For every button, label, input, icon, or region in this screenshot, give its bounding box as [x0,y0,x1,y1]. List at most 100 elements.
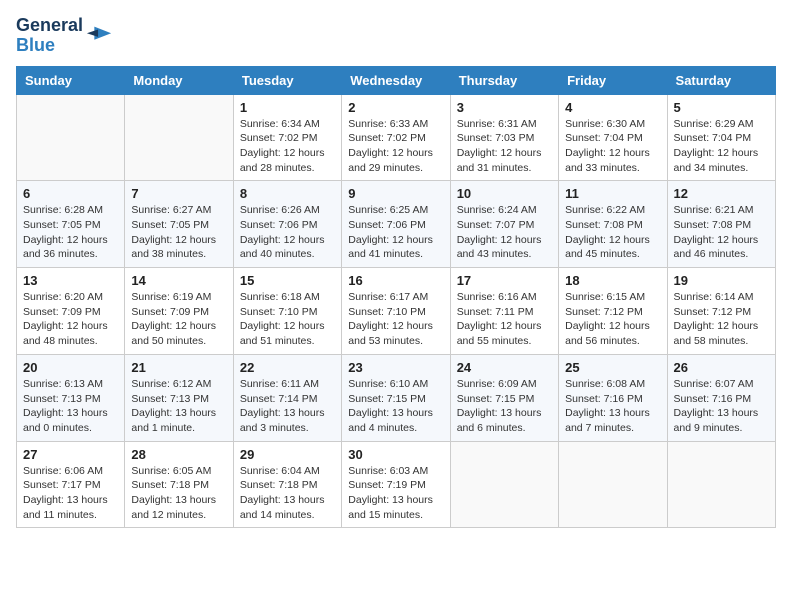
day-number: 17 [457,273,552,288]
logo-text: GeneralBlue [16,16,83,56]
day-cell: 26 Sunrise: 6:07 AMSunset: 7:16 PMDayligh… [667,354,775,441]
day-cell [125,94,233,181]
day-number: 10 [457,186,552,201]
day-cell: 17 Sunrise: 6:16 AMSunset: 7:11 PMDayligh… [450,268,558,355]
day-info: Sunrise: 6:18 AMSunset: 7:10 PMDaylight:… [240,290,335,349]
day-info: Sunrise: 6:31 AMSunset: 7:03 PMDaylight:… [457,117,552,176]
day-number: 7 [131,186,226,201]
day-cell: 30 Sunrise: 6:03 AMSunset: 7:19 PMDayligh… [342,441,450,528]
day-number: 12 [674,186,769,201]
day-info: Sunrise: 6:29 AMSunset: 7:04 PMDaylight:… [674,117,769,176]
day-number: 13 [23,273,118,288]
day-cell [17,94,125,181]
day-info: Sunrise: 6:08 AMSunset: 7:16 PMDaylight:… [565,377,660,436]
day-number: 29 [240,447,335,462]
day-number: 1 [240,100,335,115]
day-cell: 23Sunrise: 6:10 AMSunset: 7:15 PMDayligh… [342,354,450,441]
weekday-header-friday: Friday [559,66,667,94]
day-cell: 7 Sunrise: 6:27 AMSunset: 7:05 PMDaylight… [125,181,233,268]
logo: GeneralBlue [16,16,113,56]
week-row-4: 20Sunrise: 6:13 AMSunset: 7:13 PMDayligh… [17,354,776,441]
day-number: 2 [348,100,443,115]
day-info: Sunrise: 6:25 AMSunset: 7:06 PMDaylight:… [348,203,443,262]
day-cell [450,441,558,528]
week-row-2: 6 Sunrise: 6:28 AMSunset: 7:05 PMDaylight… [17,181,776,268]
day-number: 8 [240,186,335,201]
weekday-header-thursday: Thursday [450,66,558,94]
day-cell: 25 Sunrise: 6:08 AMSunset: 7:16 PMDayligh… [559,354,667,441]
day-cell: 1Sunrise: 6:34 AMSunset: 7:02 PMDaylight… [233,94,341,181]
header: GeneralBlue [16,16,776,56]
weekday-header-monday: Monday [125,66,233,94]
day-cell: 4 Sunrise: 6:30 AMSunset: 7:04 PMDaylight… [559,94,667,181]
day-info: Sunrise: 6:07 AMSunset: 7:16 PMDaylight:… [674,377,769,436]
day-info: Sunrise: 6:19 AMSunset: 7:09 PMDaylight:… [131,290,226,349]
day-info: Sunrise: 6:24 AMSunset: 7:07 PMDaylight:… [457,203,552,262]
day-number: 6 [23,186,118,201]
day-cell: 16Sunrise: 6:17 AMSunset: 7:10 PMDayligh… [342,268,450,355]
day-cell: 9 Sunrise: 6:25 AMSunset: 7:06 PMDaylight… [342,181,450,268]
day-info: Sunrise: 6:05 AMSunset: 7:18 PMDaylight:… [131,464,226,523]
day-info: Sunrise: 6:20 AMSunset: 7:09 PMDaylight:… [23,290,118,349]
day-number: 9 [348,186,443,201]
day-number: 27 [23,447,118,462]
day-info: Sunrise: 6:26 AMSunset: 7:06 PMDaylight:… [240,203,335,262]
day-number: 20 [23,360,118,375]
day-cell: 20Sunrise: 6:13 AMSunset: 7:13 PMDayligh… [17,354,125,441]
day-info: Sunrise: 6:03 AMSunset: 7:19 PMDaylight:… [348,464,443,523]
day-cell: 18Sunrise: 6:15 AMSunset: 7:12 PMDayligh… [559,268,667,355]
day-cell: 6 Sunrise: 6:28 AMSunset: 7:05 PMDaylight… [17,181,125,268]
day-info: Sunrise: 6:17 AMSunset: 7:10 PMDaylight:… [348,290,443,349]
day-cell: 28 Sunrise: 6:05 AMSunset: 7:18 PMDayligh… [125,441,233,528]
day-cell: 21 Sunrise: 6:12 AMSunset: 7:13 PMDayligh… [125,354,233,441]
day-info: Sunrise: 6:27 AMSunset: 7:05 PMDaylight:… [131,203,226,262]
weekday-header-wednesday: Wednesday [342,66,450,94]
calendar: SundayMondayTuesdayWednesdayThursdayFrid… [16,66,776,529]
day-cell: 5 Sunrise: 6:29 AMSunset: 7:04 PMDaylight… [667,94,775,181]
day-number: 22 [240,360,335,375]
day-number: 30 [348,447,443,462]
day-info: Sunrise: 6:15 AMSunset: 7:12 PMDaylight:… [565,290,660,349]
day-number: 5 [674,100,769,115]
day-info: Sunrise: 6:11 AMSunset: 7:14 PMDaylight:… [240,377,335,436]
day-number: 21 [131,360,226,375]
day-number: 26 [674,360,769,375]
day-info: Sunrise: 6:22 AMSunset: 7:08 PMDaylight:… [565,203,660,262]
day-info: Sunrise: 6:04 AMSunset: 7:18 PMDaylight:… [240,464,335,523]
day-number: 23 [348,360,443,375]
day-cell: 29 Sunrise: 6:04 AMSunset: 7:18 PMDayligh… [233,441,341,528]
logo-icon [85,22,113,50]
day-info: Sunrise: 6:12 AMSunset: 7:13 PMDaylight:… [131,377,226,436]
day-number: 25 [565,360,660,375]
day-cell: 27 Sunrise: 6:06 AMSunset: 7:17 PMDayligh… [17,441,125,528]
day-number: 15 [240,273,335,288]
day-info: Sunrise: 6:21 AMSunset: 7:08 PMDaylight:… [674,203,769,262]
day-info: Sunrise: 6:30 AMSunset: 7:04 PMDaylight:… [565,117,660,176]
week-row-3: 13 Sunrise: 6:20 AMSunset: 7:09 PMDayligh… [17,268,776,355]
day-number: 14 [131,273,226,288]
day-cell: 24 Sunrise: 6:09 AMSunset: 7:15 PMDayligh… [450,354,558,441]
week-row-1: 1Sunrise: 6:34 AMSunset: 7:02 PMDaylight… [17,94,776,181]
day-number: 11 [565,186,660,201]
day-cell: 15 Sunrise: 6:18 AMSunset: 7:10 PMDayligh… [233,268,341,355]
day-number: 28 [131,447,226,462]
day-info: Sunrise: 6:28 AMSunset: 7:05 PMDaylight:… [23,203,118,262]
day-info: Sunrise: 6:06 AMSunset: 7:17 PMDaylight:… [23,464,118,523]
day-number: 19 [674,273,769,288]
day-number: 3 [457,100,552,115]
day-info: Sunrise: 6:09 AMSunset: 7:15 PMDaylight:… [457,377,552,436]
day-number: 24 [457,360,552,375]
week-row-5: 27 Sunrise: 6:06 AMSunset: 7:17 PMDayligh… [17,441,776,528]
day-cell: 10 Sunrise: 6:24 AMSunset: 7:07 PMDayligh… [450,181,558,268]
day-cell: 12 Sunrise: 6:21 AMSunset: 7:08 PMDayligh… [667,181,775,268]
day-cell: 13 Sunrise: 6:20 AMSunset: 7:09 PMDayligh… [17,268,125,355]
weekday-header-tuesday: Tuesday [233,66,341,94]
day-cell [559,441,667,528]
day-cell: 19 Sunrise: 6:14 AMSunset: 7:12 PMDayligh… [667,268,775,355]
day-number: 4 [565,100,660,115]
day-cell: 14 Sunrise: 6:19 AMSunset: 7:09 PMDayligh… [125,268,233,355]
day-info: Sunrise: 6:14 AMSunset: 7:12 PMDaylight:… [674,290,769,349]
day-cell: 8 Sunrise: 6:26 AMSunset: 7:06 PMDaylight… [233,181,341,268]
day-info: Sunrise: 6:16 AMSunset: 7:11 PMDaylight:… [457,290,552,349]
weekday-header-row: SundayMondayTuesdayWednesdayThursdayFrid… [17,66,776,94]
